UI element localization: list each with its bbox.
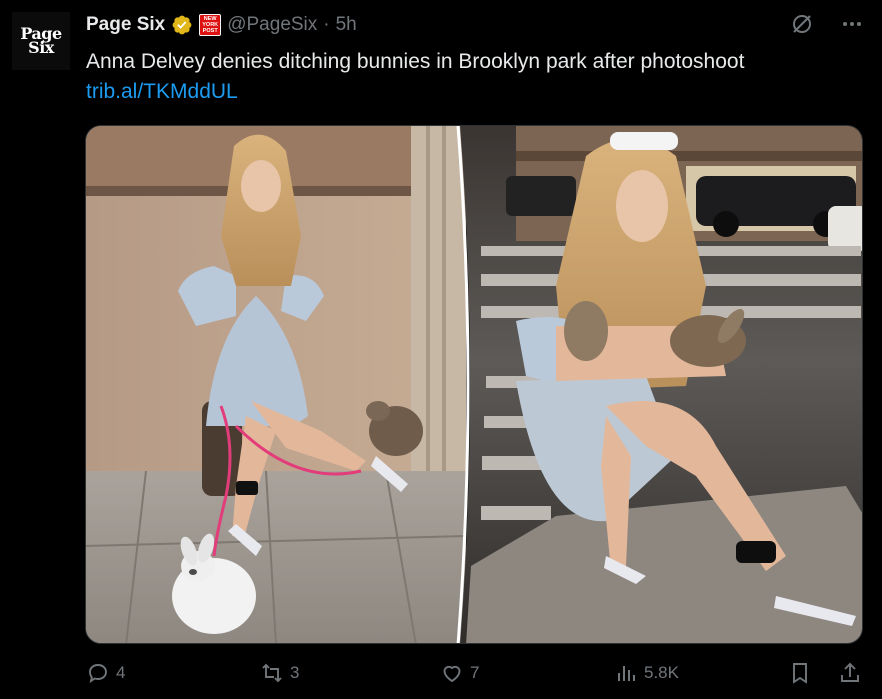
right-photo bbox=[460, 126, 862, 643]
repost-icon bbox=[262, 663, 282, 683]
avatar-text-line2: Six bbox=[28, 38, 54, 57]
more-icon[interactable] bbox=[840, 12, 864, 36]
repost-count: 3 bbox=[290, 663, 300, 682]
tweet-media[interactable] bbox=[85, 125, 863, 644]
views-button[interactable]: 5.8K bbox=[614, 661, 679, 685]
tweet-link[interactable]: trib.al/TKMddUL bbox=[86, 79, 238, 105]
repost-button[interactable]: 3 bbox=[260, 661, 299, 685]
bookmark-button[interactable] bbox=[788, 661, 812, 685]
timestamp[interactable]: 5h bbox=[336, 14, 357, 36]
reply-icon bbox=[89, 664, 107, 684]
views-icon bbox=[618, 666, 635, 681]
reply-count: 4 bbox=[116, 663, 126, 682]
separator-dot: · bbox=[323, 14, 330, 35]
tweet-header: Page Six NEW YORK POST @PageSix · 5h bbox=[86, 11, 357, 39]
reply-button[interactable]: 4 bbox=[86, 661, 125, 685]
account-name[interactable]: Page Six bbox=[86, 14, 165, 36]
top-actions bbox=[790, 12, 864, 36]
left-photo bbox=[86, 126, 467, 643]
heart-icon bbox=[443, 665, 461, 683]
like-count: 7 bbox=[470, 663, 480, 682]
bookmark-icon bbox=[793, 663, 807, 684]
verified-badge-icon[interactable] bbox=[171, 14, 193, 36]
avatar[interactable]: Page Six bbox=[12, 12, 70, 70]
share-button[interactable] bbox=[838, 661, 862, 685]
views-count: 5.8K bbox=[644, 663, 679, 682]
grok-icon[interactable] bbox=[790, 12, 814, 36]
like-button[interactable]: 7 bbox=[440, 661, 479, 685]
tweet-text: Anna Delvey denies ditching bunnies in B… bbox=[86, 50, 745, 73]
action-bar: 4 3 7 5.8K bbox=[86, 661, 866, 691]
share-icon bbox=[841, 662, 859, 682]
affiliate-badge[interactable]: NEW YORK POST bbox=[199, 14, 222, 36]
account-handle[interactable]: @PageSix bbox=[227, 14, 317, 36]
